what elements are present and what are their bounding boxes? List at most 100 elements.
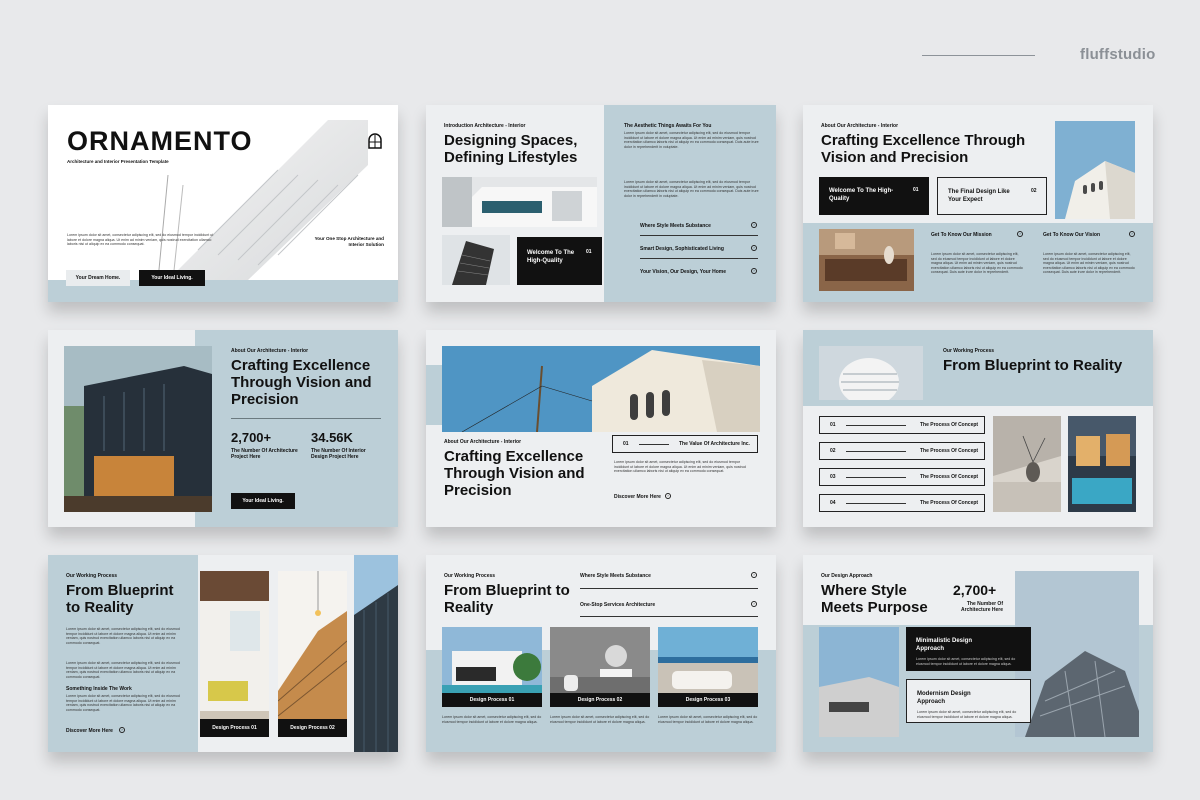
process-row-4[interactable]: 04 The Process Of Concept	[819, 494, 985, 512]
stats-label-2: The Number Of Interior Design Project He…	[311, 448, 366, 460]
arrow-icon[interactable]: ›	[1017, 231, 1023, 237]
blueprint-living-room-photo: Design Process 01	[200, 571, 269, 737]
process-row-num: 04	[830, 500, 836, 506]
arrow-icon[interactable]: ›	[665, 493, 671, 499]
divider	[639, 444, 669, 445]
value-row[interactable]: 01 The Value Of Architecture Inc.	[612, 435, 758, 453]
intro-right-kicker: The Aesthetic Things Awaits For You	[624, 123, 712, 129]
intro-item-2[interactable]: Smart Design, Sophisticated Living	[640, 246, 724, 252]
divider	[846, 425, 906, 426]
approach-concrete-photo	[819, 627, 899, 737]
cover-tagline: Your One Stop Architecture and Interior …	[314, 236, 384, 247]
about-box-1[interactable]: Welcome To The High-Quality 01	[819, 177, 929, 215]
gallery-item-1[interactable]: Where Style Meets Substance	[580, 573, 651, 579]
process-row-label: The Process Of Concept	[920, 422, 979, 428]
gallery-item-2[interactable]: One-Stop Services Architecture	[580, 602, 655, 608]
intro-title: Designing Spaces, Defining Lifestyles	[444, 132, 578, 166]
divider	[846, 477, 906, 478]
cover-dream-home-button[interactable]: Your Dream Home.	[66, 270, 130, 286]
gallery-body-2: Lorem ipsum dolor sit amet, consectetur …	[550, 715, 650, 724]
value-row-num: 01	[623, 441, 629, 447]
about-link-mission[interactable]: Get To Know Our Mission	[931, 232, 992, 238]
value-kicker: About Our Architecture - Interior	[444, 439, 522, 445]
slide-2-intro[interactable]: Introduction Architecture - Interior Des…	[426, 105, 776, 302]
intro-item-1[interactable]: Where Style Meets Substance	[640, 223, 711, 229]
slide-7-blueprint[interactable]: Our Working Process From Blueprint to Re…	[48, 555, 398, 752]
gallery-body-3: Lorem ipsum dolor sit amet, consectetur …	[658, 715, 758, 724]
process-vase-photo	[993, 416, 1061, 512]
slide-8-gallery[interactable]: Our Working Process From Blueprint to Re…	[426, 555, 776, 752]
intro-body: Lorem ipsum dolor sit amet, consectetur …	[624, 131, 759, 149]
blueprint-dark-facade-photo	[354, 555, 398, 752]
stats-value-2: 34.56K	[311, 430, 353, 445]
stats-ideal-living-button[interactable]: Your Ideal Living.	[231, 493, 295, 509]
gallery-title: From Blueprint to Reality	[444, 582, 570, 616]
about-box-2[interactable]: The Final Design Like Your Expect 02	[937, 177, 1047, 215]
value-white-wall-photo	[442, 346, 760, 432]
arrow-icon[interactable]: ›	[751, 572, 757, 578]
cover-ideal-living-button[interactable]: Your Ideal Living.	[139, 270, 205, 286]
slide-4-stats[interactable]: About Our Architecture - Interior Crafti…	[48, 330, 398, 527]
about-box-1-num: 01	[913, 187, 919, 193]
approach-box-modernism[interactable]: Modernism Design Approach Lorem ipsum do…	[906, 679, 1031, 723]
process-row-label: The Process Of Concept	[920, 448, 979, 454]
slide-3-about[interactable]: About Our Architecture - Interior Crafti…	[803, 105, 1153, 302]
slide-6-process[interactable]: Our Working Process From Blueprint to Re…	[803, 330, 1153, 527]
blueprint-discover-link[interactable]: Discover More Here	[66, 728, 113, 734]
about-title: Crafting Excellence Through Vision and P…	[821, 132, 1026, 166]
slide-5-value[interactable]: About Our Architecture - Interior Crafti…	[426, 330, 776, 527]
arrow-icon[interactable]: ›	[119, 727, 125, 733]
about-kicker: About Our Architecture - Interior	[821, 123, 899, 129]
gallery-bathroom-photo: Design Process 02	[550, 627, 650, 707]
blueprint-title: From Blueprint to Reality	[66, 582, 174, 616]
intro-body-2: Lorem ipsum dolor sit amet, consectetur …	[624, 180, 759, 198]
value-title: Crafting Excellence Through Vision and P…	[444, 448, 585, 499]
gallery-caption-3: Design Process 03	[658, 693, 758, 707]
template-preview-stage: fluffstudio ORNAMENTO Architecture and I…	[0, 0, 1200, 800]
gallery-bath-view-photo: Design Process 03	[658, 627, 758, 707]
approach-stat-label: The Number Of Architecture Here	[961, 601, 1003, 613]
arrow-icon[interactable]: ›	[751, 245, 757, 251]
brand-divider	[922, 55, 1035, 56]
approach-title: Where Style Meets Purpose	[821, 582, 928, 616]
slide-9-approach[interactable]: Our Design Approach Where Style Meets Pu…	[803, 555, 1153, 752]
gallery-caption-1: Design Process 01	[442, 693, 542, 707]
blueprint-body-2: Lorem ipsum dolor sit amet, consectetur …	[66, 661, 180, 679]
about-box-1-text: Welcome To The High-Quality	[829, 188, 894, 202]
arrow-icon[interactable]: ›	[751, 268, 757, 274]
process-row-3[interactable]: 03 The Process Of Concept	[819, 468, 985, 486]
cover-body: Lorem ipsum dolor sit amet, consectetur …	[67, 233, 214, 247]
stats-title: Crafting Excellence Through Vision and P…	[231, 357, 372, 408]
approach-angular-building-photo	[1015, 571, 1139, 737]
arrow-icon[interactable]: ›	[1129, 231, 1135, 237]
value-row-label: The Value Of Architecture Inc.	[679, 441, 750, 447]
divider	[580, 588, 758, 589]
value-blue-accent	[426, 365, 442, 425]
arch-logo-icon	[368, 133, 382, 149]
arrow-icon[interactable]: ›	[751, 601, 757, 607]
intro-welcome-text: Welcome To The High-Quality	[527, 250, 575, 264]
process-kicker: Our Working Process	[943, 348, 995, 354]
approach-stat: 2,700+	[953, 582, 997, 598]
gallery-caption-2: Design Process 02	[550, 693, 650, 707]
approach-box-minimalistic[interactable]: Minimalistic Design Approach Lorem ipsum…	[906, 627, 1031, 671]
stats-modern-house-photo	[64, 346, 212, 512]
gallery-body-1: Lorem ipsum dolor sit amet, consectetur …	[442, 715, 542, 724]
arrow-icon[interactable]: ›	[751, 222, 757, 228]
about-link-vision[interactable]: Get To Know Our Vision	[1043, 232, 1100, 238]
about-box-2-text: The Final Design Like Your Expect	[948, 189, 1010, 203]
intro-welcome-box[interactable]: Welcome To The High-Quality 01	[517, 237, 602, 285]
intro-item-3[interactable]: Your Vision, Our Design, Your Home	[640, 269, 726, 275]
stats-value-1: 2,700+	[231, 430, 272, 445]
divider	[580, 616, 758, 617]
intro-tower-photo	[442, 235, 510, 285]
process-row-1[interactable]: 01 The Process Of Concept	[819, 416, 985, 434]
stats-label-1: The Number Of Architecture Project Here	[231, 448, 298, 460]
process-row-2[interactable]: 02 The Process Of Concept	[819, 442, 985, 460]
process-pool-house-photo	[1068, 416, 1136, 512]
process-row-num: 02	[830, 448, 836, 454]
approach-kicker: Our Design Approach	[821, 573, 873, 579]
value-discover-link[interactable]: Discover More Here	[614, 494, 661, 500]
slide-1-cover[interactable]: ORNAMENTO Architecture and Interior Pres…	[48, 105, 398, 302]
divider	[640, 235, 758, 236]
